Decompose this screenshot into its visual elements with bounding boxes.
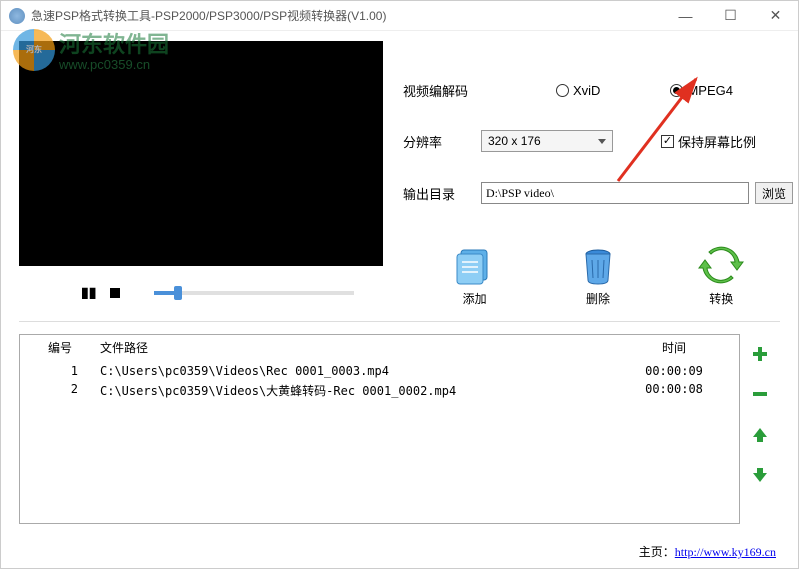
divider [19, 321, 780, 322]
delete-button[interactable]: 删除 [574, 244, 622, 307]
file-list[interactable]: 编号 文件路径 时间 1 C:\Users\pc0359\Videos\Rec … [19, 334, 740, 524]
table-row[interactable]: 1 C:\Users\pc0359\Videos\Rec 0001_0003.m… [20, 362, 739, 380]
trash-icon [574, 244, 622, 286]
table-header: 编号 文件路径 时间 [20, 335, 739, 362]
add-icon [451, 244, 499, 286]
browse-button[interactable]: 浏览 [755, 182, 793, 204]
seek-slider[interactable] [154, 291, 354, 295]
footer: 主页：http://www.ky169.cn [639, 543, 776, 560]
resolution-label: 分辨率 [403, 132, 481, 151]
maximize-button[interactable]: ☐ [708, 2, 753, 30]
window-title: 急速PSP格式转换工具-PSP2000/PSP3000/PSP视频转换器(V1.… [31, 7, 663, 24]
codec-xvid-radio[interactable]: XviD [556, 83, 600, 98]
add-button[interactable]: 添加 [451, 244, 499, 307]
outdir-label: 输出目录 [403, 184, 481, 203]
keep-aspect-checkbox[interactable]: 保持屏幕比例 [661, 132, 756, 151]
stop-button[interactable] [110, 285, 120, 301]
radio-icon [670, 84, 683, 97]
add-list-button[interactable] [750, 344, 770, 364]
output-dir-input[interactable] [481, 182, 749, 204]
resolution-select[interactable]: 320 x 176 [481, 130, 613, 152]
homepage-link[interactable]: http://www.ky169.cn [675, 545, 776, 559]
move-up-button[interactable] [750, 424, 770, 444]
remove-list-button[interactable] [750, 384, 770, 404]
close-button[interactable]: ✕ [753, 2, 798, 30]
checkbox-icon [661, 135, 674, 148]
convert-icon [697, 244, 745, 286]
minimize-button[interactable]: — [663, 2, 708, 30]
codec-mpeg4-radio[interactable]: MPEG4 [670, 83, 733, 98]
table-row[interactable]: 2 C:\Users\pc0359\Videos\大黄蜂转码-Rec 0001_… [20, 380, 739, 401]
pause-button[interactable]: ▮▮ [81, 284, 96, 301]
convert-button[interactable]: 转换 [697, 244, 745, 307]
codec-label: 视频编解码 [403, 81, 481, 100]
move-down-button[interactable] [750, 464, 770, 484]
radio-icon [556, 84, 569, 97]
titlebar: 急速PSP格式转换工具-PSP2000/PSP3000/PSP视频转换器(V1.… [1, 1, 798, 31]
video-preview [19, 41, 383, 266]
app-icon [9, 8, 25, 24]
